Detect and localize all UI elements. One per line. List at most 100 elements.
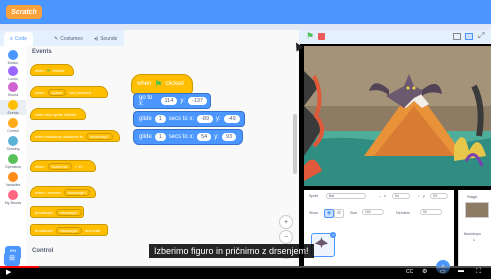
category-operators[interactable]: Operators	[0, 154, 26, 169]
category-motion[interactable]: Motion	[0, 50, 26, 65]
fullscreen-video-icon[interactable]: ⛶	[476, 268, 481, 276]
video-progress-fill	[0, 266, 40, 268]
green-flag-icon[interactable]: ⚑	[306, 31, 314, 42]
palette-block-when-backdrop-switches[interactable]: when backdrop switches to backdrop1	[30, 130, 120, 142]
palette-section-title-2: Control	[32, 248, 54, 254]
script-block-glide-1[interactable]: glide 1 secs to x: -89 y: -49	[133, 111, 245, 127]
glide2-secs-input[interactable]: 1	[154, 133, 166, 141]
glide2-x-input[interactable]: 54	[197, 133, 212, 141]
green-flag-icon: ⚑	[46, 67, 51, 73]
variables-dot-icon	[8, 172, 18, 182]
sprite-label: Sprite	[309, 194, 319, 198]
script-scrollbar[interactable]	[293, 114, 297, 174]
script-block-go-to-xy[interactable]: go to x: 114 y: -137	[133, 93, 211, 109]
category-menu: Motion Looks Sound Events Control Sensin…	[0, 46, 27, 266]
stage-header: ⚑ ⤢	[300, 30, 491, 44]
video-subtitle: Izberimo figuro in pričnimo z drsenjem!	[149, 244, 314, 258]
stage-canvas[interactable]	[304, 46, 491, 186]
palette-block-when-loudness[interactable]: when loudness > 10	[30, 160, 96, 172]
backdrops-label: Backdrops	[464, 232, 481, 236]
x-label: x	[384, 194, 386, 198]
block-palette: Events when ⚑ clicked when space key pressed…	[26, 46, 125, 266]
palette-block-when-sprite-clicked[interactable]: when this sprite clicked	[30, 108, 86, 120]
control-dot-icon	[8, 118, 18, 128]
play-icon[interactable]: ▶	[6, 268, 11, 276]
size-field[interactable]: 100	[362, 209, 384, 215]
palette-block-when-key-pressed[interactable]: when space key pressed	[30, 86, 108, 98]
motion-dot-icon	[8, 50, 18, 60]
stage-pane-title: Stage	[467, 194, 478, 199]
script-area[interactable]	[124, 30, 299, 266]
theater-icon[interactable]: ▬	[458, 268, 464, 274]
zoom-in-icon: +	[283, 218, 289, 226]
palette-block-when-flag-clicked[interactable]: when ⚑ clicked	[30, 64, 74, 76]
tab-code[interactable]: ≡ Code	[4, 32, 33, 46]
bat-thumbnail-icon	[314, 236, 329, 249]
brush-icon: ✎	[54, 36, 59, 42]
tab-sounds[interactable]: ◂) Sounds	[88, 32, 123, 46]
settings-gear-icon[interactable]: ⚙	[422, 268, 427, 275]
fullscreen-icon[interactable]: ⤢	[478, 31, 484, 41]
glide1-x-input[interactable]: -89	[197, 115, 214, 123]
script-block-when-flag-clicked[interactable]: when ⚑ clicked	[131, 74, 193, 94]
small-stage-icon[interactable]	[453, 33, 461, 40]
glide1-y-input[interactable]: -49	[223, 115, 240, 123]
backdrops-count: 1	[473, 238, 475, 242]
category-looks[interactable]: Looks	[0, 66, 26, 81]
y-label: y	[423, 194, 425, 198]
add-extension-icon: ⊞	[9, 255, 15, 262]
glide2-y-input[interactable]: 93	[221, 133, 237, 141]
speaker-icon: ◂)	[94, 36, 99, 42]
y-arrows-icon: ↕	[418, 194, 420, 198]
size-label: Size	[350, 211, 357, 215]
direction-field[interactable]: 90	[420, 209, 442, 215]
code-icon: ≡	[10, 36, 13, 42]
stop-icon[interactable]	[318, 33, 325, 40]
category-my-blocks[interactable]: My Blocks	[0, 190, 26, 205]
show-label: Show	[309, 211, 318, 215]
stage-thumbnail[interactable]	[465, 202, 489, 218]
show-hidden-icon[interactable]: ⊘	[334, 209, 344, 218]
add-extension-button[interactable]: ⊞	[4, 252, 20, 266]
tab-costumes[interactable]: ✎ Costumes	[48, 32, 89, 46]
category-sound[interactable]: Sound	[0, 82, 26, 97]
palette-block-broadcast[interactable]: broadcast message1	[30, 206, 84, 218]
category-variables[interactable]: Variables	[0, 172, 26, 187]
scratch-logo[interactable]: Scratch	[6, 5, 42, 19]
goto-y-input[interactable]: -137	[187, 97, 207, 105]
category-control[interactable]: Control	[0, 118, 26, 133]
script-block-glide-2[interactable]: glide 1 secs to x: 54 y: 93	[133, 129, 243, 145]
looks-dot-icon	[8, 66, 18, 76]
miniplayer-icon[interactable]: ▭	[440, 268, 446, 275]
normal-stage-icon[interactable]	[465, 33, 473, 40]
events-dot-icon	[8, 100, 18, 110]
delete-sprite-icon[interactable]: ×	[330, 232, 336, 238]
sprite-thumbnail-bat[interactable]: ×	[311, 232, 336, 257]
stage-backdrop	[304, 46, 491, 186]
goto-x-input[interactable]: 114	[160, 97, 178, 105]
sensing-dot-icon	[8, 136, 18, 146]
palette-section-title: Events	[32, 49, 52, 55]
direction-label: Direction	[396, 211, 411, 215]
operators-dot-icon	[8, 154, 18, 164]
green-flag-icon: ⚑	[154, 78, 163, 89]
x-field[interactable]: 54	[392, 193, 410, 199]
palette-block-when-i-receive[interactable]: when I receive message1	[30, 186, 96, 198]
stage-selector[interactable]: Stage Backdrops 1	[458, 190, 491, 266]
sound-dot-icon	[8, 82, 18, 92]
menu-bar: Scratch	[0, 0, 491, 24]
zoom-out-button[interactable]: −	[279, 230, 293, 244]
glide1-secs-input[interactable]: 1	[154, 115, 166, 123]
show-visible-icon[interactable]: ◉	[324, 209, 334, 218]
palette-block-broadcast-and-wait[interactable]: broadcast message1 and wait	[30, 224, 108, 236]
category-sensing[interactable]: Sensing	[0, 136, 26, 151]
zoom-in-button[interactable]: +	[279, 215, 293, 229]
my-blocks-dot-icon	[8, 190, 18, 200]
x-arrows-icon: ↔	[378, 194, 382, 198]
video-progress-bar[interactable]	[0, 266, 491, 268]
zoom-out-icon: −	[283, 233, 289, 241]
category-events[interactable]: Events	[0, 100, 26, 115]
captions-icon[interactable]: CC	[406, 269, 413, 275]
sprite-name-field[interactable]: Bat	[326, 193, 366, 199]
y-field[interactable]: 93	[430, 193, 448, 199]
